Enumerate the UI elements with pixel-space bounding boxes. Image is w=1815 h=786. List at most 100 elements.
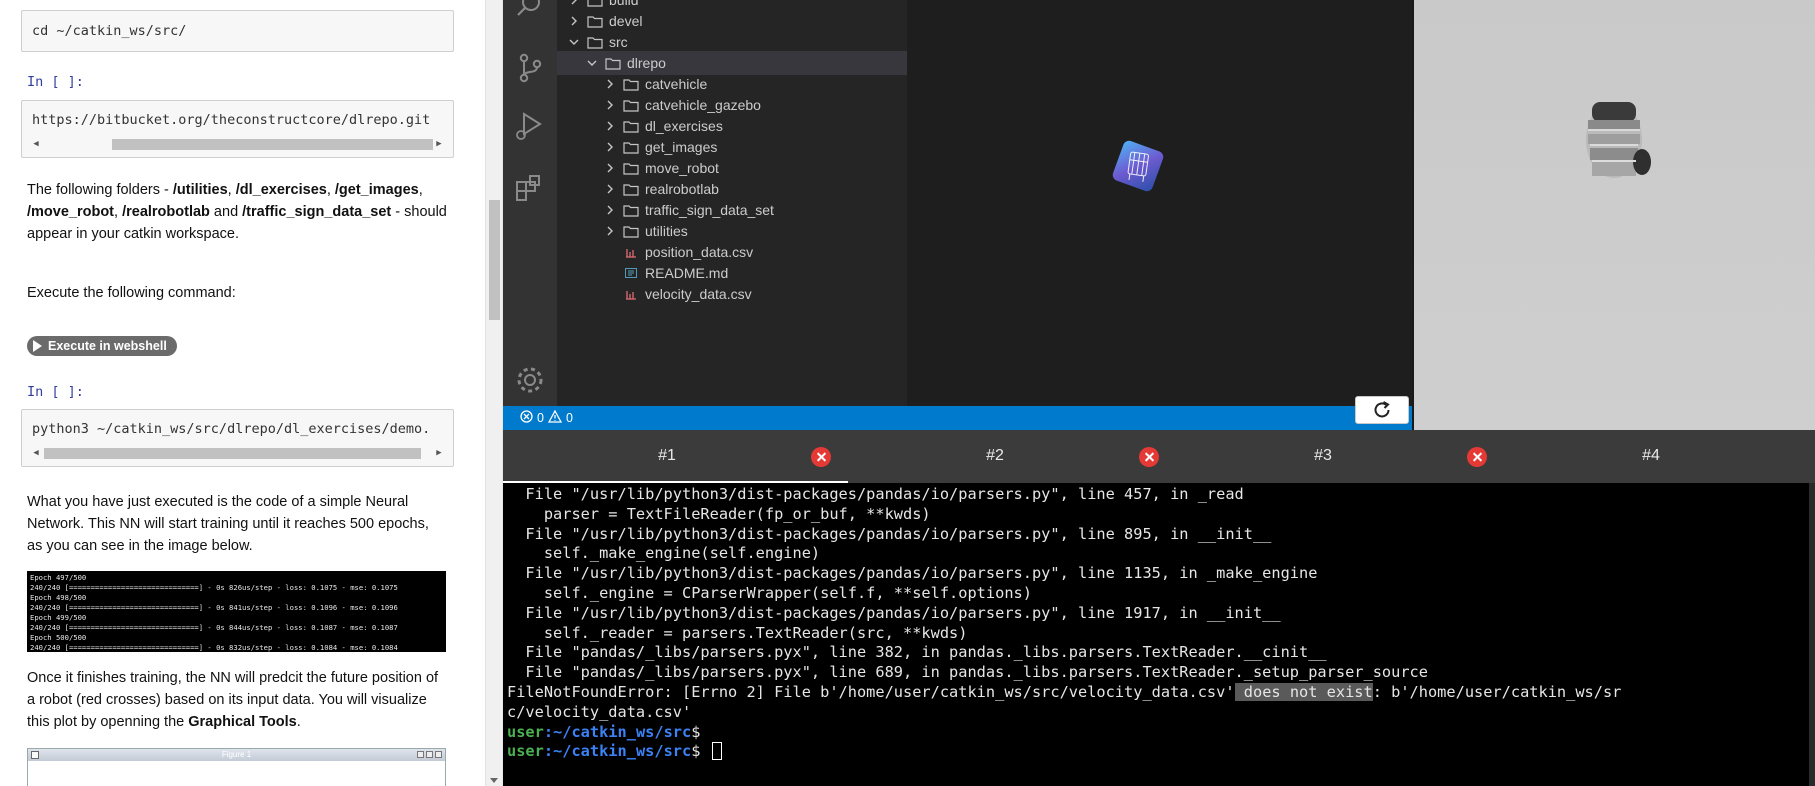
error-count[interactable]: 0	[537, 411, 544, 425]
tree-item-label: devel	[609, 13, 643, 29]
tab-label: #4	[1642, 447, 1660, 464]
prompt-line-active[interactable]: user:~/catkin_ws/src$	[507, 742, 1815, 762]
folder-icon	[605, 56, 621, 70]
search-icon[interactable]	[514, 0, 546, 24]
robot-model-icon	[1586, 102, 1651, 178]
terminal-tab-1[interactable]: #1	[503, 430, 831, 483]
run-debug-icon[interactable]	[514, 110, 546, 142]
folder-icon	[623, 98, 639, 112]
error-line-wrap: c/velocity_data.csv'	[507, 702, 692, 721]
terminal-tab-3[interactable]: #3	[1159, 430, 1487, 483]
epoch-log-line: 240/240 [==============================]…	[30, 583, 398, 592]
terminal-output-line: self._make_engine(self.engine)	[507, 544, 821, 563]
scroll-left-icon[interactable]: ◀	[30, 448, 42, 458]
code-text: cd ~/catkin_ws/src/	[32, 23, 187, 39]
terminal-tab-2[interactable]: #2	[831, 430, 1159, 483]
chevron-right-icon[interactable]	[603, 224, 617, 238]
minimize-icon	[417, 751, 424, 758]
chevron-right-icon[interactable]	[603, 98, 617, 112]
folder-icon	[623, 161, 639, 175]
code-cell-cd[interactable]: cd ~/catkin_ws/src/	[21, 10, 454, 52]
tree-item-label: dlrepo	[627, 55, 666, 71]
scroll-down-icon[interactable]	[490, 778, 498, 783]
notebook-vertical-scrollbar[interactable]	[485, 0, 502, 786]
chevron-right-icon[interactable]	[603, 140, 617, 154]
scroll-left-icon[interactable]: ◀	[30, 139, 42, 149]
gear-icon[interactable]	[514, 364, 546, 396]
horizontal-scrollbar[interactable]: ◀ ▶	[30, 446, 445, 460]
tree-item-label: get_images	[645, 139, 718, 155]
close-tab-icon[interactable]	[811, 447, 831, 467]
warning-icon[interactable]	[547, 409, 563, 426]
scroll-thumb[interactable]	[112, 139, 433, 150]
warning-count[interactable]: 0	[566, 411, 573, 425]
ide-window: build devel src dlrepo catvehicle catvehicle_…	[503, 0, 1414, 430]
chevron-right-icon[interactable]	[603, 77, 617, 91]
reload-icon	[1374, 401, 1390, 418]
chevron-down-icon[interactable]	[567, 35, 581, 49]
reload-button[interactable]	[1355, 396, 1409, 424]
vscode-logo-icon	[1112, 140, 1164, 192]
csv-file-icon	[623, 287, 639, 301]
terminal-output-line: File "/usr/lib/python3/dist-packages/pan…	[507, 603, 1281, 622]
terminal-tab-4[interactable]: #4	[1487, 430, 1815, 483]
notebook-panel: cd ~/catkin_ws/src/ In [ ]: https://bitb…	[0, 0, 485, 786]
scroll-right-icon[interactable]: ▶	[433, 139, 445, 149]
epoch-log-line: Epoch 499/500	[30, 613, 87, 622]
code-cell-git-url[interactable]: https://bitbucket.org/theconstructcore/d…	[21, 100, 454, 158]
epoch-log-line: 240/240 [==============================]…	[30, 623, 398, 632]
tree-item-label: README.md	[645, 265, 729, 281]
terminal-output-line: self._reader = parsers.TextReader(src, *…	[507, 623, 968, 642]
source-control-icon[interactable]	[514, 52, 546, 84]
chevron-right-icon[interactable]	[603, 182, 617, 196]
terminal-output-line: File "/usr/lib/python3/dist-packages/pan…	[507, 524, 1272, 543]
scroll-right-icon[interactable]: ▶	[433, 448, 445, 458]
training-log-image: Epoch 497/500 240/240 [==================…	[27, 571, 446, 652]
error-icon[interactable]	[520, 410, 533, 426]
execute-paragraph: Execute the following command:	[27, 285, 236, 301]
close-tab-icon[interactable]	[1467, 447, 1487, 467]
gazebo-simulation-view[interactable]	[1414, 0, 1815, 430]
close-icon	[435, 751, 442, 758]
terminal-cursor	[711, 742, 722, 761]
scroll-thumb[interactable]	[489, 200, 500, 320]
tree-item-label: move_robot	[645, 160, 719, 176]
chevron-right-icon[interactable]	[603, 203, 617, 217]
epoch-log-line: Epoch 497/500	[30, 573, 87, 582]
tree-item-label: catvehicle	[645, 76, 708, 92]
window-icon	[31, 751, 39, 759]
chevron-right-icon[interactable]	[567, 0, 581, 7]
horizontal-scrollbar[interactable]: ◀ ▶	[30, 137, 445, 151]
cell-prompt: In [ ]:	[27, 74, 84, 90]
terminal-output-line: parser = TextFileReader(fp_or_buf, **kwd…	[507, 504, 931, 523]
execute-in-webshell-button[interactable]: Execute in webshell	[27, 336, 177, 356]
scroll-thumb[interactable]	[44, 448, 421, 459]
chevron-right-icon[interactable]	[603, 119, 617, 133]
tree-file-velocity-data-csv[interactable]: velocity_data.csv	[557, 282, 907, 306]
terminal-output-line: self._engine = CParserWrapper(self.f, **…	[507, 583, 1032, 602]
epoch-log-line: 240/240 [==============================]…	[30, 643, 398, 652]
close-tab-icon[interactable]	[1139, 447, 1159, 467]
folder-icon	[587, 35, 603, 49]
folder-icon	[623, 182, 639, 196]
code-text: https://bitbucket.org/theconstructcore/d…	[32, 112, 431, 128]
tree-item-label: realrobotlab	[645, 181, 719, 197]
tree-item-label: velocity_data.csv	[645, 286, 752, 302]
chevron-right-icon[interactable]	[603, 161, 617, 175]
extensions-icon[interactable]	[514, 170, 546, 202]
terminal[interactable]: File "/usr/lib/python3/dist-packages/pan…	[503, 483, 1815, 786]
tree-item-label: catvehicle_gazebo	[645, 97, 761, 113]
prompt-line: user:~/catkin_ws/src$	[507, 722, 701, 741]
folder-icon	[623, 140, 639, 154]
code-cell-python-demo[interactable]: python3 ~/catkin_ws/src/dlrepo/dl_exerci…	[21, 409, 454, 467]
folder-icon	[587, 0, 603, 7]
error-line: FileNotFoundError: [Errno 2] File b'/hom…	[507, 682, 1622, 701]
chevron-right-icon[interactable]	[567, 14, 581, 28]
terminal-scrollbar[interactable]	[1809, 483, 1815, 786]
chevron-down-icon[interactable]	[585, 56, 599, 70]
status-bar: 0 0	[503, 406, 1414, 430]
tree-item-label: dl_exercises	[645, 118, 723, 134]
activity-bar	[503, 0, 557, 406]
epoch-log-line: 240/240 [==============================]…	[30, 603, 398, 612]
tree-item-label: src	[609, 34, 628, 50]
